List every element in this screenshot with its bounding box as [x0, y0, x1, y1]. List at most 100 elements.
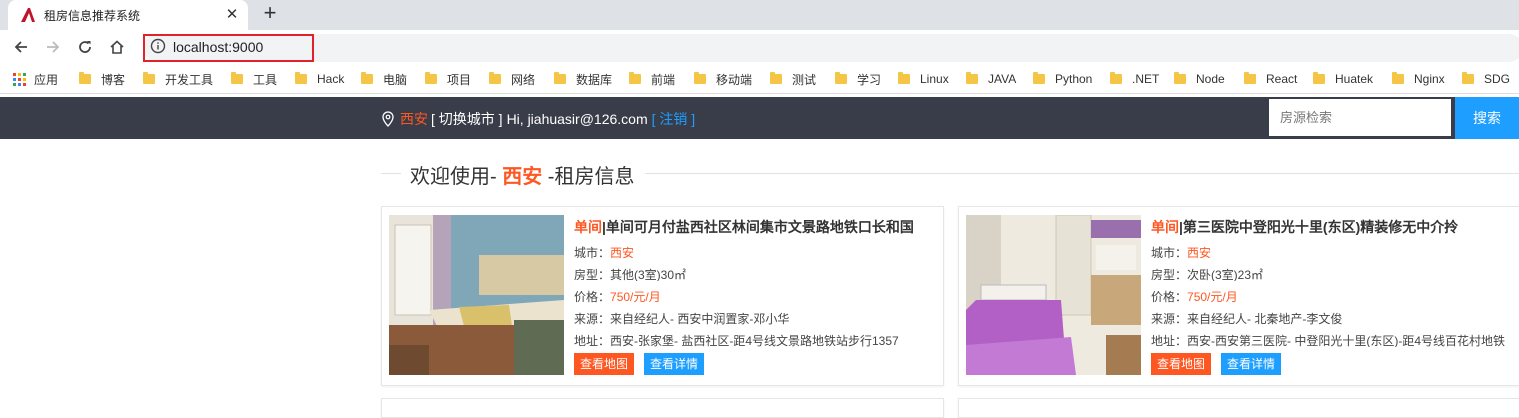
bookmark-folder[interactable]: 移动端 [694, 70, 752, 88]
bookmark-folder[interactable]: 电脑 [361, 70, 407, 88]
bookmark-folder[interactable]: React [1244, 70, 1297, 88]
folder-icon [898, 72, 910, 84]
listing-card[interactable]: 单间|第三医院中登阳光十里(东区)精装修无中介拎 城市：西安 房型：次卧(3室)… [958, 206, 1519, 386]
home-icon[interactable] [106, 36, 128, 58]
bookmark-label: Nginx [1414, 72, 1445, 86]
listing-card[interactable]: 单间|单间可月付盐西社区林间集市文景路地铁口长和国 城市：西安 房型：其他(3室… [381, 206, 944, 386]
listing-kind: 单间 [574, 219, 602, 235]
reload-icon[interactable] [74, 36, 96, 58]
switch-city-link[interactable]: [ 切换城市 ] [431, 109, 503, 129]
folder-icon [143, 72, 155, 84]
folder-icon [1244, 72, 1256, 84]
bookmark-folder[interactable]: 工具 [231, 70, 277, 88]
bookmark-label: 博客 [101, 72, 126, 87]
listing-card[interactable] [958, 398, 1519, 418]
new-tab-icon[interactable]: + [258, 2, 282, 26]
address-bar[interactable] [143, 34, 1519, 62]
tab-close-icon[interactable]: ✕ [224, 7, 240, 23]
listing-city: 西安 [610, 246, 635, 259]
user-greeting: Hi, jiahuasir@126.com [506, 111, 648, 127]
bookmark-folder[interactable]: 网络 [489, 70, 535, 88]
field-label: 来源： [1151, 312, 1188, 325]
folder-icon [694, 72, 706, 84]
view-map-button[interactable]: 查看地图 [1151, 353, 1212, 375]
listing-info: 单间|单间可月付盐西社区林间集市文景路地铁口长和国 城市：西安 房型：其他(3室… [574, 217, 944, 375]
view-detail-button[interactable]: 查看详情 [644, 353, 705, 375]
listing-source-row: 来源：来自经纪人- 西安中润置家-邓小华 [574, 310, 944, 325]
listing-title-text: |第三医院中登阳光十里(东区)精装修无中介拎 [1179, 219, 1459, 235]
bookmark-folder[interactable]: 前端 [629, 70, 675, 88]
location-bar: 西安 [ 切换城市 ] Hi, jiahuasir@126.com [ 注销 ] [381, 109, 695, 129]
listing-price: 750/元/月 [1187, 290, 1238, 303]
bookmark-label: Python [1055, 72, 1093, 86]
welcome-city: 西安 [502, 166, 543, 188]
logout-link[interactable]: [ 注销 ] [652, 109, 696, 129]
browser-tab-strip: 租房信息推荐系统 ✕ + [0, 0, 1519, 30]
bookmark-folder[interactable]: 博客 [79, 70, 125, 88]
listing-price: 750/元/月 [610, 290, 661, 303]
folder-icon [1033, 72, 1045, 84]
bookmark-folder[interactable]: Linux [898, 70, 949, 88]
field-label: 地址： [574, 334, 611, 347]
folder-icon [629, 72, 641, 84]
listing-type-row: 房型：其他(3室)30㎡ [574, 266, 944, 281]
bookmark-label: 测试 [792, 72, 817, 87]
listing-price-row: 价格：750/元/月 [1151, 288, 1519, 303]
tab-title: 租房信息推荐系统 [44, 8, 141, 23]
folder-icon [1313, 72, 1325, 84]
bookmark-folder[interactable]: Nginx [1392, 70, 1445, 88]
listing-type: 次卧(3室)23㎡ [1187, 268, 1264, 281]
search-input[interactable] [1269, 99, 1451, 136]
folder-icon [489, 72, 501, 84]
bookmark-folder[interactable]: Hack [295, 70, 344, 88]
divider [645, 173, 1519, 174]
field-label: 价格： [574, 290, 611, 303]
bookmark-folder[interactable]: 数据库 [554, 70, 612, 88]
apps-grid-icon [13, 72, 26, 86]
listing-source: 来自经纪人- 北秦地产-李文俊 [1187, 312, 1343, 325]
folder-icon [1462, 72, 1474, 84]
view-detail-button[interactable]: 查看详情 [1221, 353, 1282, 375]
bookmark-label: 学习 [857, 72, 882, 87]
bookmark-folder[interactable]: JAVA [966, 70, 1016, 88]
bookmark-folder[interactable]: Python [1033, 70, 1092, 88]
field-label: 城市： [574, 246, 611, 259]
listing-title[interactable]: 单间|单间可月付盐西社区林间集市文景路地铁口长和国 [574, 217, 944, 237]
bookmark-label: SDG [1484, 72, 1511, 86]
listing-title[interactable]: 单间|第三医院中登阳光十里(东区)精装修无中介拎 [1151, 217, 1519, 237]
current-city: 西安 [400, 111, 428, 127]
bookmark-folder[interactable]: 开发工具 [143, 70, 213, 88]
listing-source: 来自经纪人- 西安中润置家-邓小华 [610, 312, 790, 325]
back-icon[interactable] [10, 36, 32, 58]
listing-city: 西安 [1187, 246, 1212, 259]
info-icon[interactable] [150, 38, 166, 54]
field-label: 房型： [574, 268, 611, 281]
forward-icon[interactable] [42, 36, 64, 58]
listing-photo[interactable] [389, 215, 564, 375]
search-button[interactable]: 搜索 [1455, 97, 1519, 139]
url-text[interactable]: localhost:9000 [173, 39, 263, 55]
bookmark-label: Linux [920, 72, 949, 86]
bookmark-apps[interactable]: 应用 [13, 70, 58, 88]
folder-icon [79, 72, 91, 84]
view-map-button[interactable]: 查看地图 [574, 353, 635, 375]
bookmark-label: Node [1196, 72, 1225, 86]
bookmark-folder[interactable]: Huatek [1313, 70, 1373, 88]
bookmark-folder[interactable]: 学习 [835, 70, 881, 88]
listing-source-row: 来源：来自经纪人- 北秦地产-李文俊 [1151, 310, 1519, 325]
listing-photo[interactable] [966, 215, 1141, 375]
folder-icon [966, 72, 978, 84]
folder-icon [1110, 72, 1122, 84]
browser-tab[interactable]: 租房信息推荐系统 ✕ [8, 0, 248, 30]
bookmark-folder[interactable]: Node [1174, 70, 1225, 88]
bookmark-folder[interactable]: 项目 [425, 70, 471, 88]
listing-city-row: 城市：西安 [1151, 244, 1519, 259]
bookmark-label: 开发工具 [165, 72, 214, 87]
folder-icon [1392, 72, 1404, 84]
bookmark-folder[interactable]: SDG [1462, 70, 1510, 88]
listing-card[interactable] [381, 398, 944, 418]
bookmark-folder[interactable]: 测试 [770, 70, 816, 88]
bookmark-folder[interactable]: .NET [1110, 70, 1159, 88]
listing-type: 其他(3室)30㎡ [610, 268, 687, 281]
listing-city-row: 城市：西安 [574, 244, 944, 259]
